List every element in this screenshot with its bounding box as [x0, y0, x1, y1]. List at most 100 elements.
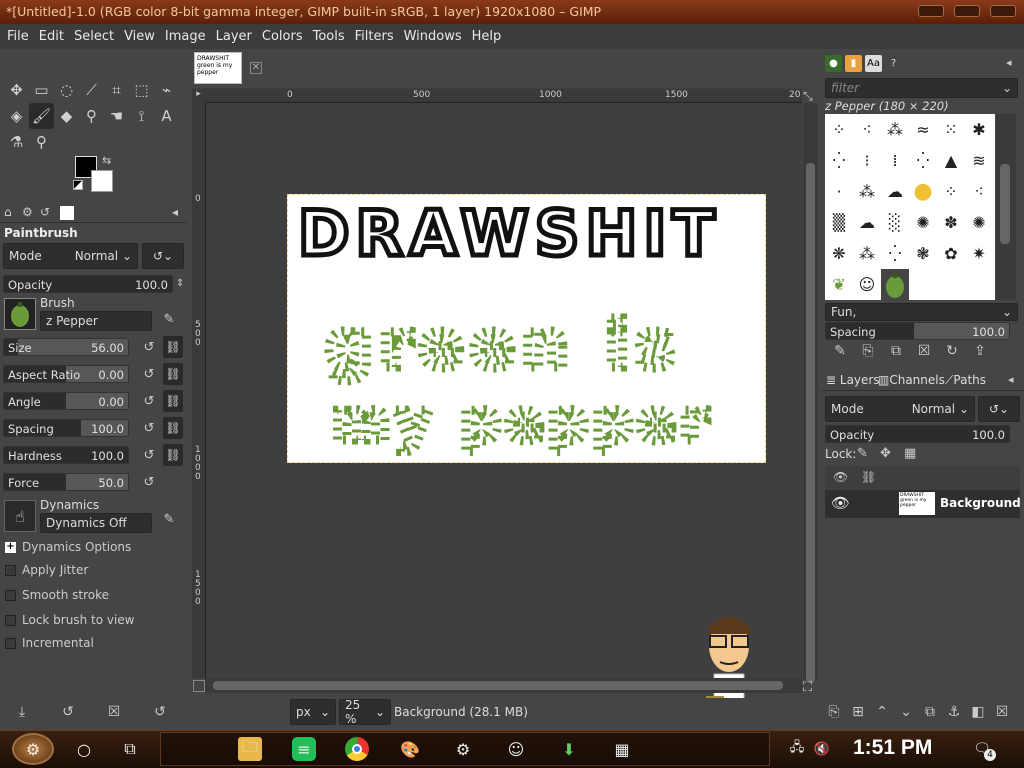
unified-transform-tool-icon[interactable]: ⬚ — [129, 77, 154, 103]
new-layer-group-icon[interactable]: ⊞ — [846, 704, 870, 720]
new-layer-icon[interactable]: ⎘ — [822, 704, 846, 720]
image-tab-thumbnail[interactable]: DRAWSHIT green is my pepper — [194, 52, 242, 84]
media-app-icon[interactable]: ▦ — [610, 737, 634, 761]
bucket-fill-tool-icon[interactable]: ◈ — [4, 103, 29, 129]
brush-item-pepper[interactable] — [880, 268, 910, 300]
character-app-icon[interactable]: ☺ — [504, 737, 528, 761]
brush-item[interactable]: ⁂ — [853, 176, 881, 207]
delete-brush-icon[interactable]: ☒ — [910, 343, 938, 359]
lock-position-icon[interactable]: ✥ — [880, 446, 891, 461]
brush-item[interactable]: ❋ — [825, 238, 853, 269]
brush-preview[interactable] — [4, 298, 36, 330]
brush-item[interactable]: ░ — [881, 207, 909, 238]
dynamics-preview-icon[interactable]: ☝ — [4, 500, 36, 532]
move-tool-icon[interactable]: ✥ — [4, 77, 29, 103]
search-circle-icon[interactable]: ○ — [72, 737, 96, 761]
menu-layer[interactable]: Layer — [211, 29, 257, 44]
open-brush-as-image-icon[interactable]: ⇪ — [966, 343, 994, 359]
unit-select[interactable]: px ⌄ — [290, 699, 336, 725]
ruler-corner-icon[interactable]: ▸ — [192, 89, 205, 103]
horizontal-scroll-thumb[interactable] — [213, 681, 783, 690]
lock-brush-checkbox[interactable]: Lock brush to view — [5, 613, 135, 627]
brush-item[interactable]: ⁛ — [825, 145, 853, 176]
smooth-stroke-checkbox[interactable]: Smooth stroke — [5, 588, 109, 602]
brushes-tab-icon[interactable]: ● — [825, 55, 842, 72]
help-tab-icon[interactable]: ? — [885, 55, 902, 72]
color-picker-tool-icon[interactable]: ⚗ — [4, 129, 29, 155]
brush-item[interactable]: · — [825, 176, 853, 207]
brush-item[interactable] — [937, 269, 965, 300]
hardness-reset-icon[interactable]: ↺ — [140, 446, 158, 464]
brush-item[interactable]: ▒ — [825, 207, 853, 238]
restore-options-icon[interactable]: ↺ — [54, 704, 82, 720]
horizontal-scrollbar[interactable] — [205, 678, 802, 693]
navigate-icon[interactable]: ⛶ — [803, 680, 812, 695]
brush-item[interactable]: ✷ — [965, 238, 993, 269]
gimp-icon[interactable]: 🎨 — [398, 737, 422, 761]
zoom-tool-icon[interactable]: ⚲ — [29, 129, 54, 155]
brush-item[interactable]: ▲ — [937, 145, 965, 176]
dynamics-name-field[interactable]: Dynamics Off — [40, 513, 152, 533]
size-link-icon[interactable]: ⛓ — [163, 336, 183, 358]
spacing-link-icon[interactable]: ⛓ — [163, 417, 183, 439]
layers-configure-icon[interactable]: ◂ — [1008, 373, 1014, 386]
volume-muted-icon[interactable]: 🔇 — [810, 737, 834, 761]
undo-history-tab-icon[interactable]: ↺ — [40, 205, 50, 219]
aspect-ratio-slider[interactable]: Aspect Ratio 0.00 — [3, 365, 129, 383]
file-explorer-icon[interactable]: 🗀 — [238, 737, 262, 761]
path-tool-icon[interactable]: ⟟ — [129, 103, 154, 129]
layers-tab[interactable]: ≣ Layers — [826, 373, 880, 387]
menu-edit[interactable]: Edit — [34, 29, 69, 44]
brush-item[interactable]: ☁ — [881, 176, 909, 207]
smudge-tool-icon[interactable]: ☚ — [104, 103, 129, 129]
brush-spacing-slider[interactable]: Spacing 100.0 — [825, 322, 1010, 340]
hardness-slider[interactable]: Hardness 100.0 — [3, 446, 129, 464]
vertical-scroll-thumb[interactable] — [806, 163, 815, 683]
menu-file[interactable]: File — [2, 29, 34, 44]
layer-opacity-slider[interactable]: Opacity 100.0 — [825, 425, 1010, 443]
reset-options-icon[interactable]: ↺ — [146, 704, 174, 720]
new-brush-icon[interactable]: ⎘ — [854, 343, 882, 359]
aspect-ratio-reset-icon[interactable]: ↺ — [140, 365, 158, 383]
menu-windows[interactable]: Windows — [399, 29, 467, 44]
brush-item[interactable]: ⁂ — [881, 114, 909, 145]
anchor-layer-icon[interactable]: ⚓ — [942, 704, 966, 720]
eye-icon[interactable]: 👁 — [831, 494, 850, 512]
size-slider[interactable]: Size 56.00 — [3, 338, 129, 356]
menu-select[interactable]: Select — [69, 29, 119, 44]
duplicate-brush-icon[interactable]: ⧉ — [882, 343, 910, 359]
brush-item[interactable]: ☺ — [853, 269, 881, 300]
hardness-link-icon[interactable]: ⛓ — [163, 444, 183, 466]
menu-view[interactable]: View — [119, 29, 160, 44]
spacing-reset-icon[interactable]: ↺ — [140, 419, 158, 437]
refresh-brushes-icon[interactable]: ↻ — [938, 343, 966, 359]
zoom-select[interactable]: 25 % ⌄ — [339, 698, 391, 726]
brushes-configure-icon[interactable]: ◂ — [1006, 56, 1012, 69]
edit-dynamics-icon[interactable]: ✎ — [160, 510, 178, 528]
size-reset-icon[interactable]: ↺ — [140, 338, 158, 356]
angle-reset-icon[interactable]: ↺ — [140, 392, 158, 410]
fonts-tab-icon[interactable]: Aa — [865, 55, 882, 72]
menu-colors[interactable]: Colors — [257, 29, 308, 44]
maximize-button[interactable] — [954, 5, 980, 17]
network-icon[interactable]: 🖧 — [785, 737, 809, 761]
minimize-button[interactable] — [918, 5, 944, 17]
brush-item[interactable]: ✿ — [937, 238, 965, 269]
save-options-icon[interactable]: ⤓ — [8, 704, 36, 720]
brush-item[interactable]: ⁘ — [937, 176, 965, 207]
background-color-swatch[interactable] — [91, 170, 113, 192]
opacity-reset-icon[interactable]: ⇕ — [176, 278, 184, 289]
brush-name-field[interactable]: z Pepper — [40, 311, 152, 331]
brush-item[interactable]: ⁖ — [965, 176, 993, 207]
brush-item[interactable]: ☁ — [853, 207, 881, 238]
download-app-icon[interactable]: ⬇ — [557, 737, 581, 761]
text-tool-icon[interactable]: A — [154, 103, 179, 129]
incremental-checkbox[interactable]: Incremental — [5, 636, 94, 650]
task-view-icon[interactable]: ⧉ — [118, 737, 142, 761]
quick-mask-toggle-icon[interactable] — [193, 680, 205, 692]
angle-link-icon[interactable]: ⛓ — [163, 390, 183, 412]
brush-item[interactable]: ⁝ — [853, 145, 881, 176]
device-status-tab-icon[interactable]: ⚙ — [22, 205, 33, 219]
brush-item[interactable]: ❦ — [825, 269, 853, 300]
lock-alpha-icon[interactable]: ▦ — [904, 446, 916, 461]
